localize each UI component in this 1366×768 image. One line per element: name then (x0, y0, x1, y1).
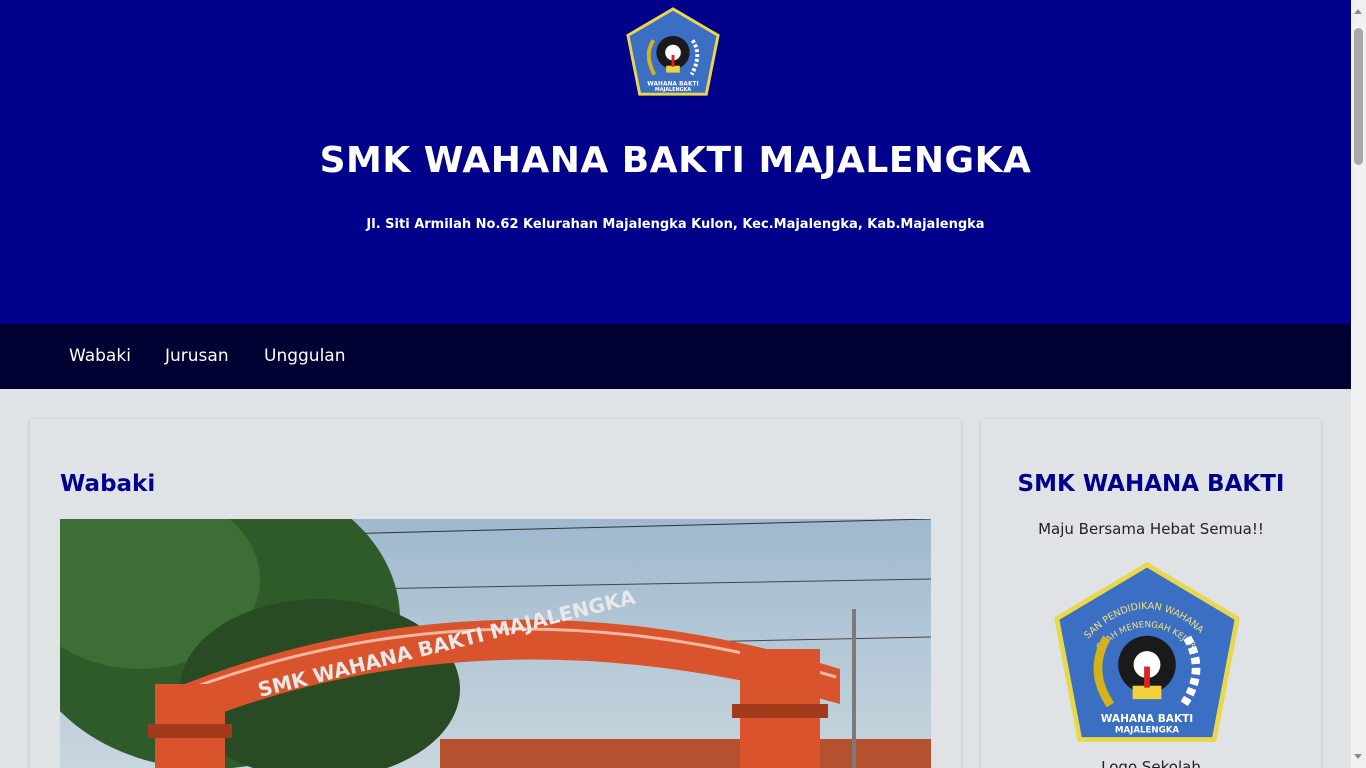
school-logo-icon: YAYASAN PENDIDIKAN WAHANA BAKTI SEKOLAH … (1051, 560, 1240, 742)
site-address: Jl. Siti Armilah No.62 Kelurahan Majalen… (366, 217, 985, 232)
school-gate-photo: SMK WAHANA BAKTI MAJALENGKA (60, 519, 931, 768)
nav-item-jurusan[interactable]: Jurusan (165, 346, 229, 366)
school-gate-image: SMK WAHANA BAKTI MAJALENGKA (60, 519, 931, 768)
scroll-up-arrow-icon[interactable] (1354, 9, 1362, 14)
sidebar-title: SMK WAHANA BAKTI (1017, 471, 1285, 497)
svg-text:WAHANA BAKTI: WAHANA BAKTI (647, 81, 698, 87)
svg-text:MAJALENGKA: MAJALENGKA (1115, 726, 1180, 736)
school-crest-icon: WAHANA BAKTI MAJALENGKA (626, 7, 720, 96)
site-header: WAHANA BAKTI MAJALENGKA SMK WAHANA BAKTI… (0, 0, 1351, 324)
page-scrollbar[interactable] (1351, 0, 1366, 768)
site-title: SMK WAHANA BAKTI MAJALENGKA (319, 140, 1032, 181)
section-title: Wabaki (60, 471, 156, 497)
sidebar-tagline: Maju Bersama Hebat Semua!! (1038, 520, 1264, 538)
nav-item-wabaki[interactable]: Wabaki (69, 346, 131, 366)
scroll-down-arrow-icon[interactable] (1354, 754, 1362, 759)
nav-item-unggulan[interactable]: Unggulan (264, 346, 346, 366)
svg-text:MAJALENGKA: MAJALENGKA (655, 87, 692, 93)
svg-text:WAHANA BAKTI: WAHANA BAKTI (1101, 713, 1193, 725)
logo-caption: Logo Sekolah (1101, 758, 1201, 768)
scrollbar-thumb[interactable] (1354, 28, 1363, 165)
